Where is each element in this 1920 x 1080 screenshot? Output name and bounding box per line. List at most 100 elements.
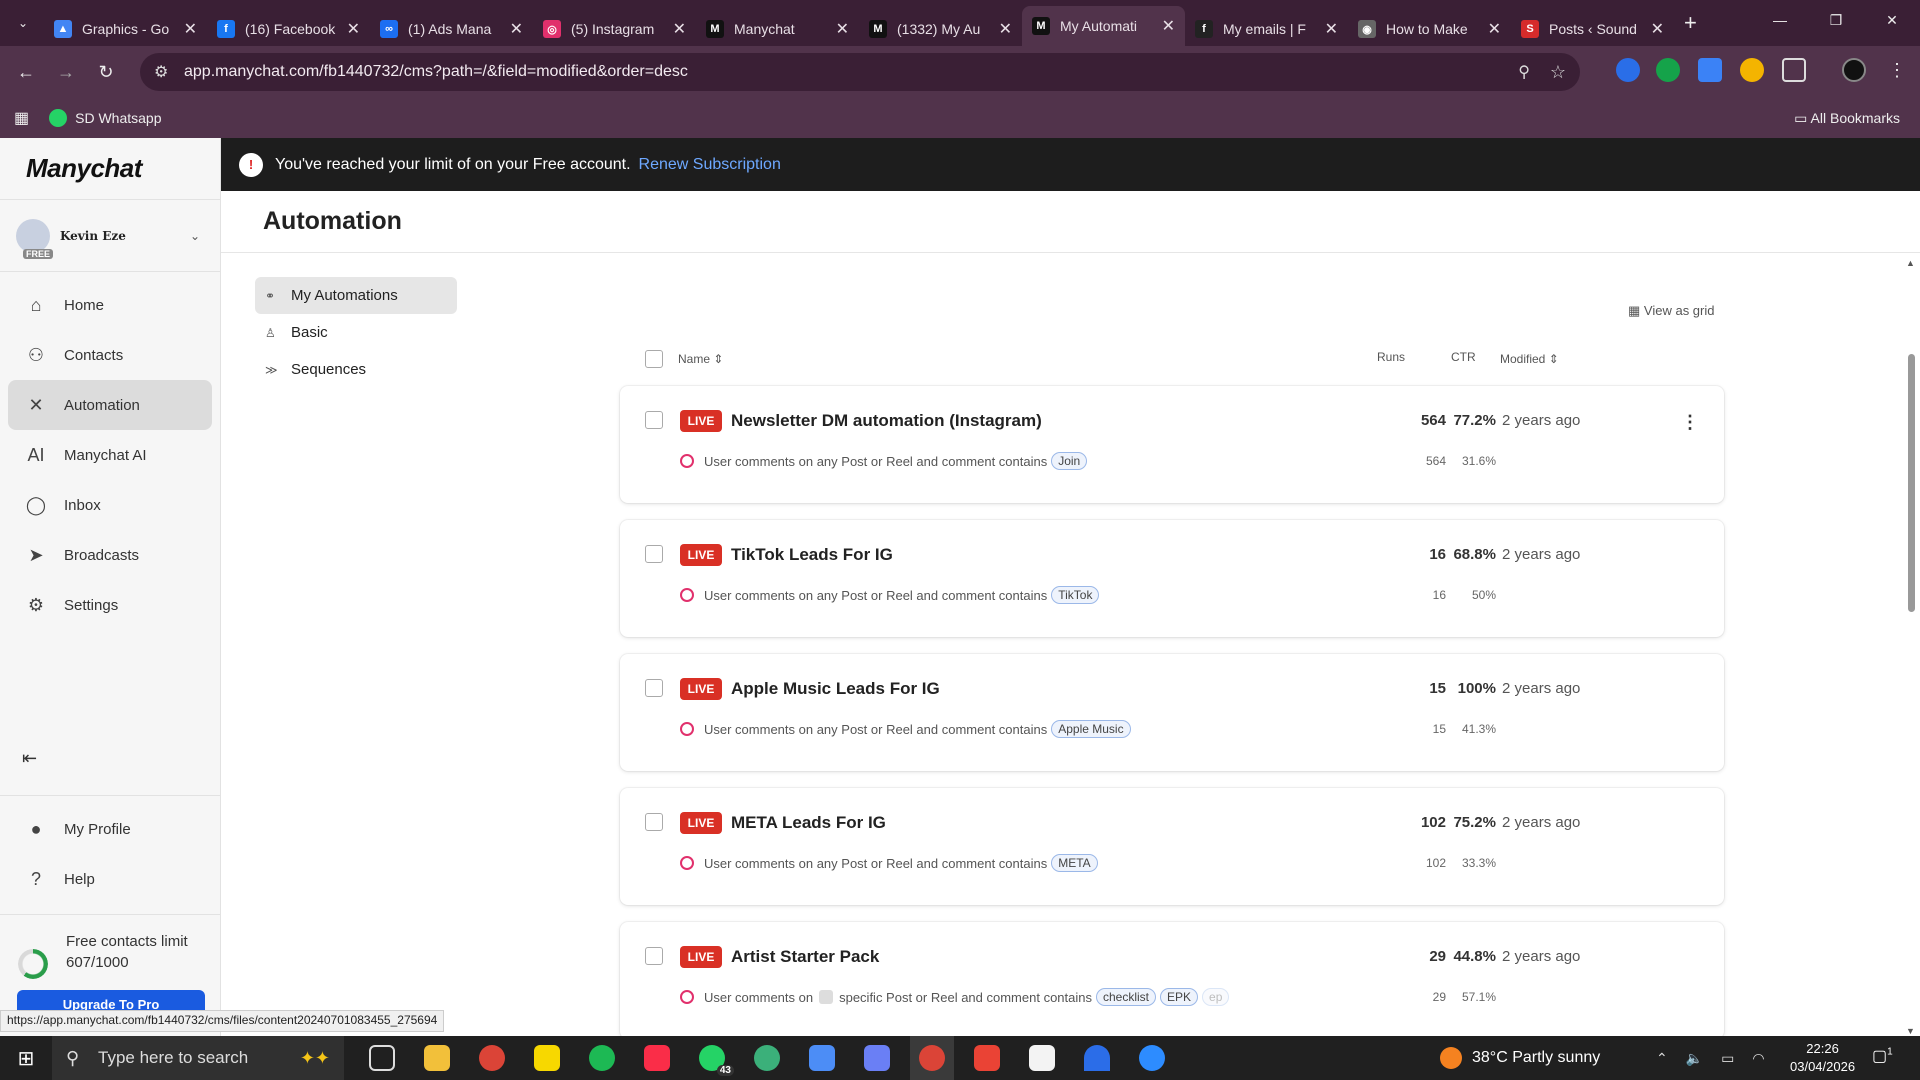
close-tab-icon[interactable]: ✕ [836, 19, 849, 39]
name-column-header[interactable]: Name ⇕ [678, 352, 723, 366]
browser-tab[interactable]: M Manychat ✕ [696, 12, 859, 46]
scroll-up-icon[interactable]: ▲ [1906, 258, 1915, 268]
browser-tab[interactable]: f (16) Facebook ✕ [207, 12, 370, 46]
minimize-icon[interactable]: — [1752, 0, 1808, 40]
app-icon[interactable] [855, 1036, 899, 1080]
whatsapp-taskbar-icon[interactable]: 43 [690, 1036, 734, 1080]
close-window-icon[interactable]: ✕ [1864, 0, 1920, 40]
close-tab-icon[interactable]: ✕ [999, 19, 1012, 39]
photos-icon[interactable] [800, 1036, 844, 1080]
gmail-icon[interactable] [965, 1036, 1009, 1080]
sidebar-item-home[interactable]: ⌂ Home [8, 280, 212, 330]
automation-card[interactable]: LIVE TikTok Leads For IG 16 68.8% 2 years ag… [620, 520, 1724, 637]
automation-card[interactable]: LIVE META Leads For IG 102 75.2% 2 years ago… [620, 788, 1724, 905]
close-tab-icon[interactable]: ✕ [1325, 19, 1338, 39]
extensions-puzzle-icon[interactable] [1782, 58, 1806, 82]
account-switcher[interactable]: FREE Kevin Eze ⌄ [0, 200, 220, 272]
volume-icon[interactable]: 🔈 [1686, 1050, 1703, 1067]
collapse-sidebar-icon[interactable]: ⇤ [22, 748, 37, 769]
row-checkbox[interactable] [645, 679, 663, 697]
browser-tab[interactable]: ◎ (5) Instagram ✕ [533, 12, 696, 46]
browser-menu-icon[interactable]: ⋮ [1888, 60, 1906, 81]
zoom-icon[interactable]: ⚲ [1518, 62, 1530, 82]
row-checkbox[interactable] [645, 545, 663, 563]
sidebar-item-contacts[interactable]: ⚇ Contacts [8, 330, 212, 380]
sidebar-item-settings[interactable]: ⚙ Settings [8, 580, 212, 630]
chrome-active-icon[interactable] [910, 1036, 954, 1080]
notifications-icon[interactable]: ▢1 [1872, 1046, 1893, 1066]
weather-widget[interactable]: 38°C Partly sunny [1440, 1036, 1600, 1080]
bookmark-star-icon[interactable]: ☆ [1550, 62, 1566, 83]
row-checkbox[interactable] [645, 813, 663, 831]
battery-icon[interactable]: ▭ [1721, 1050, 1734, 1067]
bookmark-sd-whatsapp[interactable]: SD Whatsapp [75, 110, 161, 126]
tab-search-chevron-icon[interactable]: ⌄ [6, 6, 40, 40]
edge-icon[interactable] [745, 1036, 789, 1080]
site-info-icon[interactable]: ⚙ [154, 62, 168, 82]
manychat-logo[interactable]: Manychat [0, 138, 220, 200]
chrome-icon[interactable] [470, 1036, 514, 1080]
scrollbar-thumb[interactable] [1908, 354, 1915, 612]
sidebar-item-my-profile[interactable]: ● My Profile [8, 804, 212, 854]
automation-name[interactable]: Newsletter DM automation (Instagram) [731, 411, 1042, 431]
browser-tab[interactable]: f My emails | F ✕ [1185, 12, 1348, 46]
automation-card[interactable]: LIVE Apple Music Leads For IG 15 100% 2 year… [620, 654, 1724, 771]
chrome-extension-icon[interactable] [1740, 58, 1764, 82]
subnav-my-automations[interactable]: ⚭ My Automations [255, 277, 457, 314]
subnav-sequences[interactable]: ≫ Sequences [255, 351, 457, 388]
music-icon[interactable] [635, 1036, 679, 1080]
tag-extension-icon[interactable] [1698, 58, 1722, 82]
close-tab-icon[interactable]: ✕ [510, 19, 523, 39]
apps-grid-icon[interactable]: ▦ [14, 108, 29, 128]
automation-name[interactable]: META Leads For IG [731, 813, 886, 833]
row-checkbox[interactable] [645, 947, 663, 965]
page-scrollbar[interactable]: ▲ ▼ [1906, 258, 1916, 1036]
restore-icon[interactable]: ❐ [1808, 0, 1864, 40]
task-view-icon[interactable] [360, 1036, 404, 1080]
profile-avatar[interactable] [1842, 58, 1866, 82]
spotify-icon[interactable] [580, 1036, 624, 1080]
all-bookmarks-button[interactable]: ▭ All Bookmarks [1794, 110, 1900, 127]
row-checkbox[interactable] [645, 411, 663, 429]
extension-icon[interactable] [1616, 58, 1640, 82]
browser-tab[interactable]: ∞ (1) Ads Mana ✕ [370, 12, 533, 46]
tray-chevron-up-icon[interactable]: ⌃ [1656, 1050, 1668, 1067]
close-tab-icon[interactable]: ✕ [347, 19, 360, 39]
browser-tab[interactable]: S Posts ‹ Sound ✕ [1511, 12, 1674, 46]
zoom-icon[interactable] [1130, 1036, 1174, 1080]
sidebar-item-manychat-ai[interactable]: AI Manychat AI [8, 430, 212, 480]
modified-column-header[interactable]: Modified ⇕ [1500, 352, 1559, 366]
player-icon[interactable] [525, 1036, 569, 1080]
back-arrow-icon[interactable]: ← [6, 62, 46, 83]
reload-icon[interactable]: ↻ [86, 62, 126, 83]
taskbar-search[interactable]: ⚲ Type here to search ✦✦ [52, 1036, 344, 1080]
automation-name[interactable]: TikTok Leads For IG [731, 545, 893, 565]
sidebar-item-broadcasts[interactable]: ➤ Broadcasts [8, 530, 212, 580]
automation-card[interactable]: LIVE Newsletter DM automation (Instagram)… [620, 386, 1724, 503]
view-as-grid-button[interactable]: ▦ View as grid [1628, 303, 1714, 319]
url-field[interactable]: ⚙ app.manychat.com/fb1440732/cms?path=/&… [140, 53, 1580, 91]
clock[interactable]: 22:26 03/04/2026 [1790, 1040, 1855, 1076]
browser-tab[interactable]: M My Automati ✕ [1022, 6, 1185, 46]
store-icon[interactable] [1020, 1036, 1064, 1080]
sidebar-item-automation[interactable]: ✕ Automation [8, 380, 212, 430]
new-tab-button[interactable]: + [1684, 10, 1697, 36]
grammarly-icon[interactable] [1656, 58, 1680, 82]
select-all-checkbox[interactable] [645, 350, 663, 368]
automation-name[interactable]: Apple Music Leads For IG [731, 679, 940, 699]
sidebar-item-help[interactable]: ? Help [8, 854, 212, 904]
renew-subscription-link[interactable]: Renew Subscription [639, 156, 781, 174]
forward-arrow-icon[interactable]: → [46, 62, 86, 83]
scroll-down-icon[interactable]: ▼ [1906, 1026, 1915, 1036]
close-tab-icon[interactable]: ✕ [1488, 19, 1501, 39]
windows-start-icon[interactable]: ⊞ [0, 1036, 52, 1080]
subnav-basic[interactable]: ♙ Basic [255, 314, 457, 351]
arc-icon[interactable] [1075, 1036, 1119, 1080]
browser-tab[interactable]: M (1332) My Au ✕ [859, 12, 1022, 46]
browser-tab[interactable]: ▲ Graphics - Go ✕ [44, 12, 207, 46]
browser-tab[interactable]: ◉ How to Make ✕ [1348, 12, 1511, 46]
wifi-icon[interactable]: ◠ [1752, 1050, 1764, 1067]
automation-name[interactable]: Artist Starter Pack [731, 947, 879, 967]
automation-card[interactable]: LIVE Artist Starter Pack 29 44.8% 2 years ag… [620, 922, 1724, 1039]
close-tab-icon[interactable]: ✕ [1162, 16, 1175, 36]
